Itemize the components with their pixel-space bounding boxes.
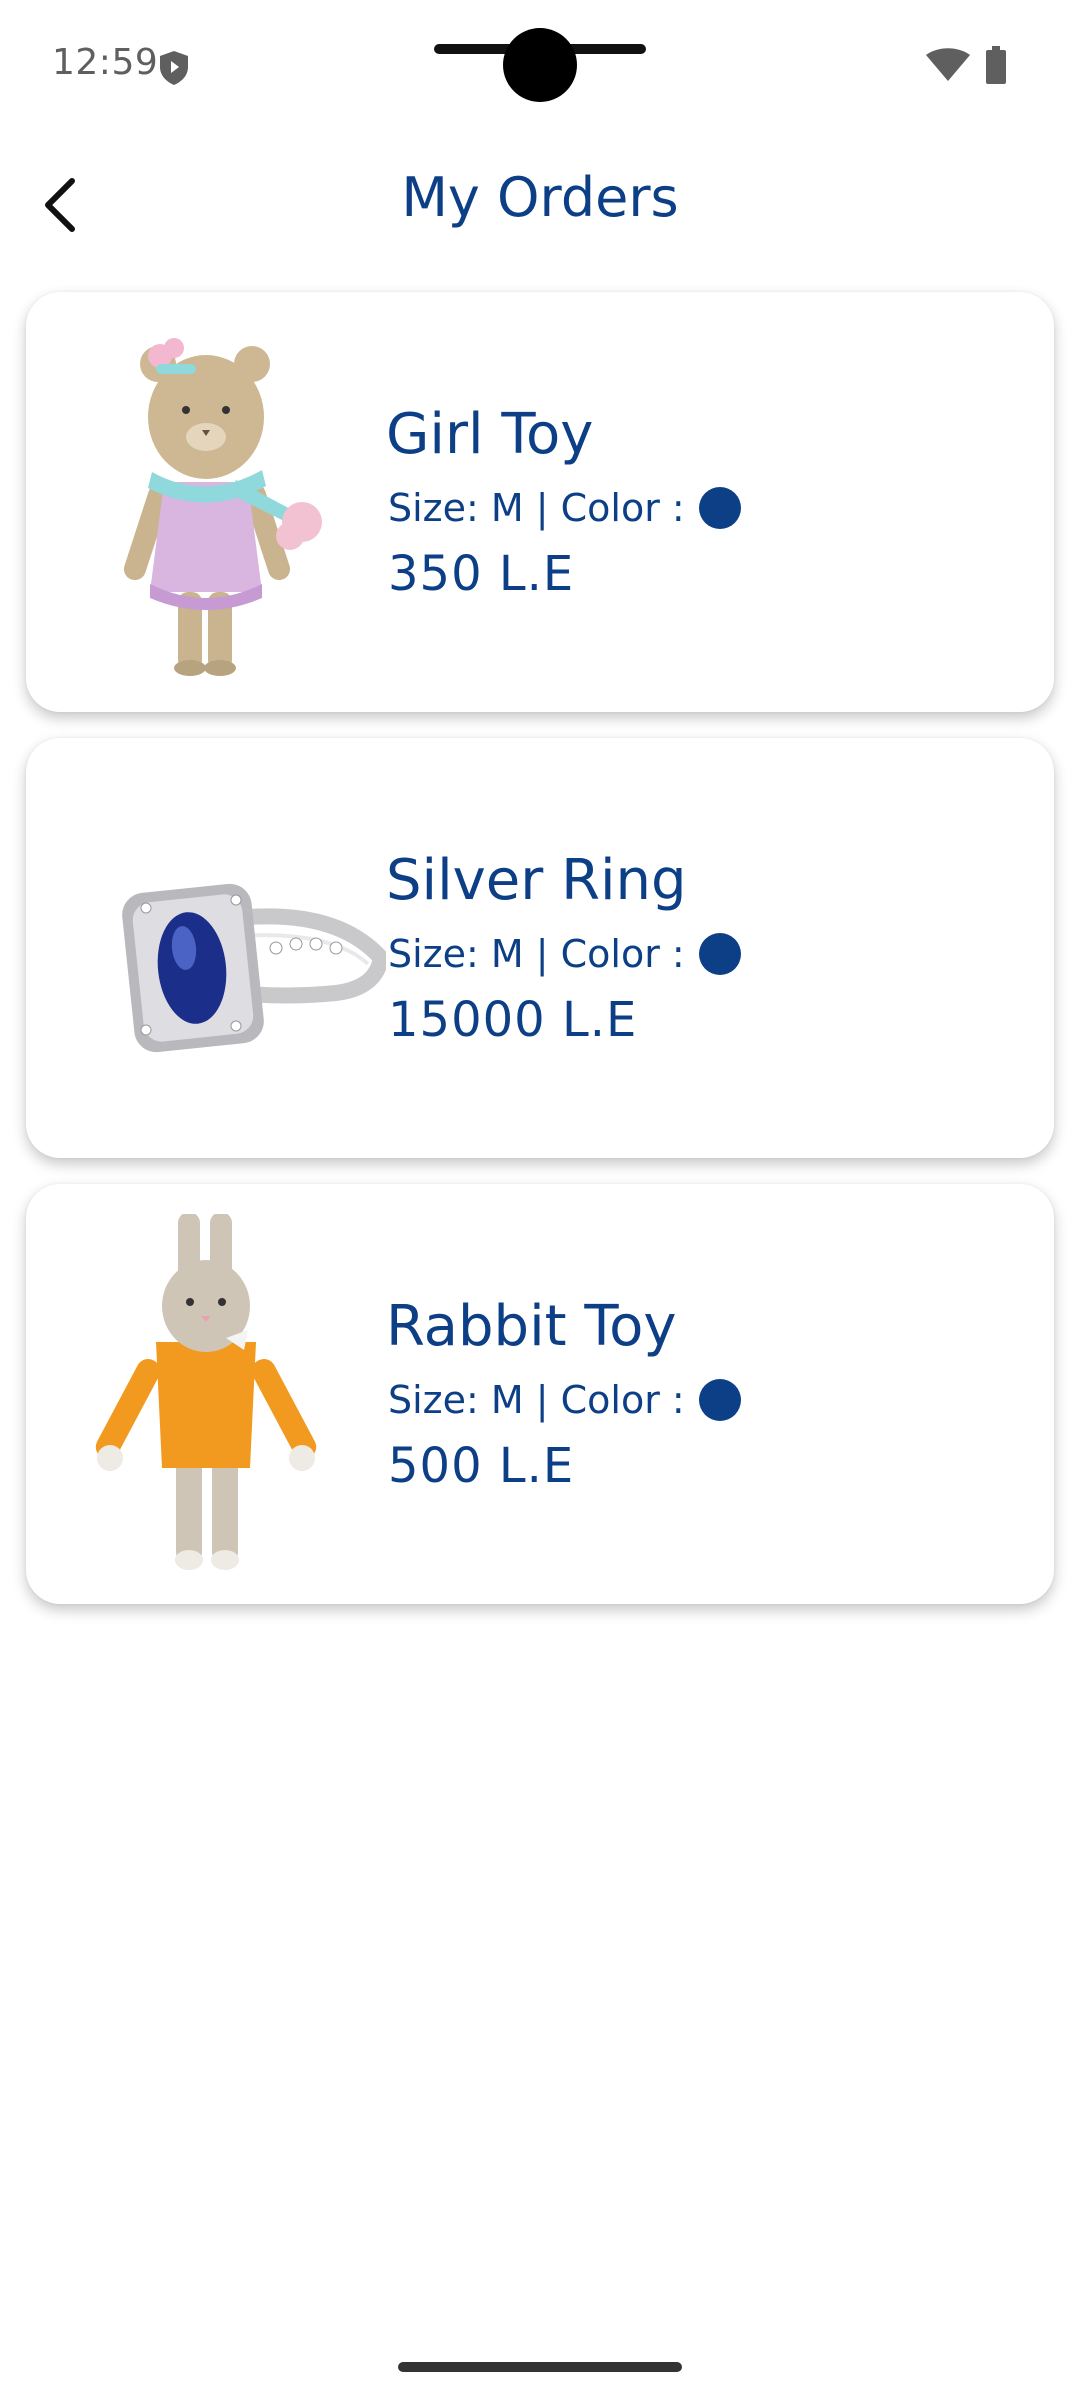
product-image-silver-ring: [122, 883, 386, 1053]
home-indicator[interactable]: [398, 2362, 682, 2372]
product-image-girl-toy: [123, 338, 322, 676]
status-time: 12:59: [52, 42, 159, 83]
size-color-label: Size: M | Color :: [388, 486, 685, 530]
color-swatch: [698, 487, 741, 529]
product-image-rabbit-toy: [95, 1214, 317, 1570]
color-swatch: [698, 1379, 741, 1421]
order-card[interactable]: Girl Toy Size: M | Color : 350 L.E: [26, 292, 1054, 712]
color-swatch: [698, 933, 741, 975]
shield-icon: [160, 51, 188, 85]
product-name: Silver Ring: [386, 848, 687, 913]
product-name: Girl Toy: [386, 402, 594, 467]
front-camera: [503, 28, 577, 102]
size-color-label: Size: M | Color :: [388, 1378, 685, 1422]
product-price: 15000 L.E: [388, 992, 638, 1048]
status-bar: 12:59: [0, 0, 1080, 130]
size-color-label: Size: M | Color :: [388, 932, 685, 976]
product-meta: Size: M | Color :: [388, 932, 741, 976]
battery-icon: [986, 46, 1006, 84]
page-title: My Orders: [401, 166, 679, 229]
product-meta: Size: M | Color :: [388, 486, 741, 530]
product-meta: Size: M | Color :: [388, 1378, 741, 1422]
product-price: 350 L.E: [388, 546, 575, 602]
order-card[interactable]: Silver Ring Size: M | Color : 15000 L.E: [26, 738, 1054, 1158]
product-name: Rabbit Toy: [386, 1294, 677, 1359]
wifi-icon: [926, 48, 970, 81]
product-price: 500 L.E: [388, 1438, 575, 1494]
order-card[interactable]: Rabbit Toy Size: M | Color : 500 L.E: [26, 1184, 1054, 1604]
